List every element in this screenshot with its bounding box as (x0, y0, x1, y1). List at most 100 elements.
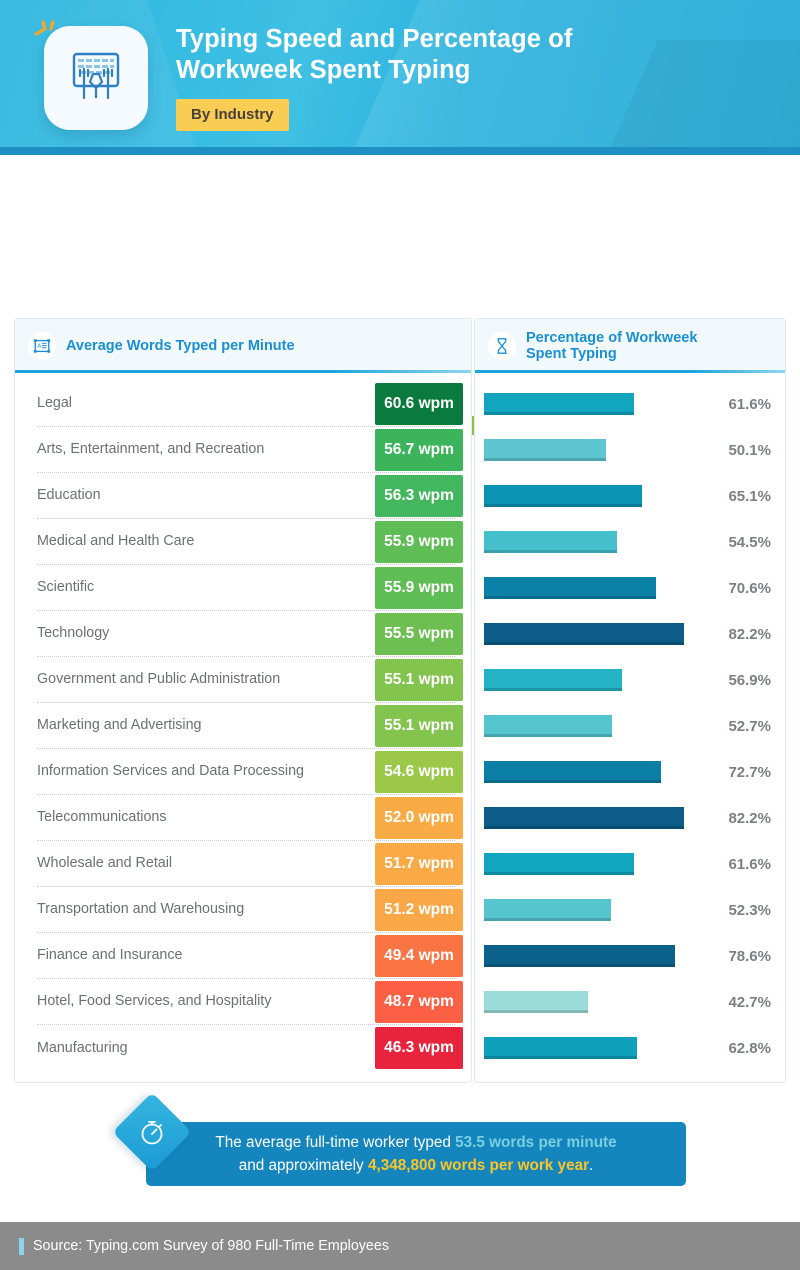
percentage-bar (484, 577, 656, 599)
callout-diamond-badge (112, 1092, 192, 1172)
bar-row: 61.6% (484, 381, 771, 427)
wpm-value-chip: 48.7 wpm (375, 981, 463, 1023)
percentage-bar (484, 485, 643, 507)
table-row: Manufacturing 46.3 wpm (37, 1025, 463, 1071)
panel-left-header: A Average Words Typed per Minute (15, 319, 471, 373)
bar-row: 42.7% (484, 979, 771, 1025)
page-title-line-1: Typing Speed and Percentage of (176, 25, 573, 53)
footer-source-bar: Source: Typing.com Survey of 980 Full-Ti… (0, 1222, 800, 1270)
svg-text:A: A (38, 343, 42, 349)
panel-right-title: Percentage of Workweek Spent Typing (526, 330, 697, 362)
wpm-value-chip: 55.1 wpm (375, 705, 463, 747)
percentage-label: 54.5% (728, 533, 771, 551)
percentage-label: 52.7% (728, 717, 771, 735)
bar-track (484, 473, 709, 519)
bar-track (484, 979, 709, 1025)
typing-test-document-icon: A (28, 332, 56, 360)
percentage-bar (484, 991, 588, 1013)
table-row: Hotel, Food Services, and Hospitality 48.… (37, 979, 463, 1025)
percentage-label: 78.6% (728, 947, 771, 965)
wpm-value-chip: 46.3 wpm (375, 1027, 463, 1069)
panel-left-title: Average Words Typed per Minute (66, 338, 295, 354)
percentage-label: 62.8% (728, 1039, 771, 1057)
table-row: Finance and Insurance 49.4 wpm (37, 933, 463, 979)
table-row: Education 56.3 wpm (37, 473, 463, 519)
summary-callout: The average full-time worker typed 53.5 … (146, 1122, 686, 1186)
percentage-label: 61.6% (728, 855, 771, 873)
bar-row: 78.6% (484, 933, 771, 979)
percentage-label: 82.2% (728, 809, 771, 827)
percentage-bar (484, 807, 684, 829)
percentage-bar (484, 669, 623, 691)
bar-track (484, 565, 709, 611)
percentage-bar (484, 1037, 637, 1059)
table-row: Legal 60.6 wpm (37, 381, 463, 427)
panel-workweek-percentage: Percentage of Workweek Spent Typing 61.6… (474, 318, 786, 1083)
wpm-value-chip: 56.3 wpm (375, 475, 463, 517)
bar-row: 61.6% (484, 841, 771, 887)
stopwatch-icon (124, 1104, 180, 1160)
bar-track (484, 427, 709, 473)
percentage-label: 61.6% (728, 395, 771, 413)
bar-row: 72.7% (484, 749, 771, 795)
percentage-label: 82.2% (728, 625, 771, 643)
percentage-bar (484, 899, 612, 921)
table-row: Marketing and Advertising 55.1 wpm (37, 703, 463, 749)
wpm-value-chip: 60.6 wpm (375, 383, 463, 425)
bar-row: 65.1% (484, 473, 771, 519)
bar-row: 56.9% (484, 657, 771, 703)
table-row: Medical and Health Care 55.9 wpm (37, 519, 463, 565)
panel-average-wpm: A Average Words Typed per Minute Legal 60… (14, 318, 472, 1083)
percentage-bar (484, 715, 613, 737)
bar-track (484, 657, 709, 703)
wpm-value-chip: 56.7 wpm (375, 429, 463, 471)
percentage-label: 42.7% (728, 993, 771, 1011)
table-row: Arts, Entertainment, and Recreation 56.7 … (37, 427, 463, 473)
wpm-value-chip: 55.5 wpm (375, 613, 463, 655)
bar-track (484, 933, 709, 979)
table-row: Information Services and Data Processing… (37, 749, 463, 795)
wpm-value-chip: 54.6 wpm (375, 751, 463, 793)
table-row: Technology 55.5 wpm (37, 611, 463, 657)
bar-row: 52.3% (484, 887, 771, 933)
source-text: Source: Typing.com Survey of 980 Full-Ti… (33, 1238, 389, 1254)
summary-callout-area: The average full-time worker typed 53.5 … (0, 1092, 800, 1190)
bar-row: 62.8% (484, 1025, 771, 1071)
percentage-label: 70.6% (728, 579, 771, 597)
percentage-bar (484, 761, 661, 783)
panel-right-title-line-1: Percentage of Workweek (526, 330, 698, 346)
panel-right-title-line-2: Spent Typing (526, 346, 617, 362)
bar-row: 82.2% (484, 611, 771, 657)
header-bottom-rule (0, 147, 800, 155)
percentage-bar (484, 531, 617, 553)
callout-line-2: and approximately 4,348,800 words per wo… (239, 1154, 594, 1177)
bar-row: 50.1% (484, 427, 771, 473)
bar-track (484, 519, 709, 565)
callout-text-2: and approximately (238, 1157, 368, 1174)
percentage-bar (484, 853, 634, 875)
page-title-line-2: Workweek Spent Typing (176, 56, 471, 84)
percentage-label: 65.1% (728, 487, 771, 505)
page-title: Typing Speed and Percentage of Workweek … (176, 24, 776, 86)
bar-track (484, 381, 709, 427)
by-industry-badge: By Industry (176, 99, 289, 131)
bar-row: 54.5% (484, 519, 771, 565)
footer-accent-bar (19, 1237, 24, 1255)
percentage-label: 52.3% (728, 901, 771, 919)
bar-track (484, 1025, 709, 1071)
hourglass-icon (488, 332, 516, 360)
table-row: Scientific 55.9 wpm (37, 565, 463, 611)
header-banner: Typing Speed and Percentage of Workweek … (0, 0, 800, 155)
infographic-page: Typing Speed and Percentage of Workweek … (0, 0, 800, 1270)
wpm-value-chip: 55.9 wpm (375, 521, 463, 563)
bar-row: 82.2% (484, 795, 771, 841)
percentage-bar (484, 945, 676, 967)
typing-hands-keyboard-icon (44, 26, 148, 130)
wpm-value-chip: 52.0 wpm (375, 797, 463, 839)
wpm-row-list: Legal 60.6 wpm Arts, Entertainment, and Re… (15, 373, 471, 1071)
callout-highlight-wpm: 53.5 words per minute (455, 1134, 617, 1151)
wpm-value-chip: 55.9 wpm (375, 567, 463, 609)
percentage-label: 56.9% (728, 671, 771, 689)
wpm-value-chip: 51.7 wpm (375, 843, 463, 885)
wpm-value-chip: 51.2 wpm (375, 889, 463, 931)
